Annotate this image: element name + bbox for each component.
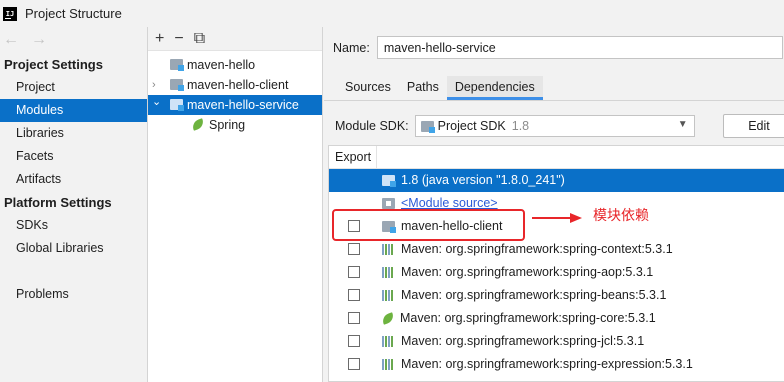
copy-module-icon[interactable]: ⧉ (194, 30, 205, 48)
sidebar-item-project[interactable]: Project (0, 76, 147, 99)
library-icon (382, 267, 395, 278)
export-checkbox[interactable] (348, 266, 360, 278)
dependency-row-spring-core[interactable]: Maven: org.springframework:spring-core:5… (329, 307, 784, 330)
module-folder-icon (170, 59, 184, 71)
module-sdk-dropdown[interactable]: Project SDK 1.8 ▼ (414, 115, 695, 137)
source-folder-icon (382, 198, 395, 209)
dependency-content: Maven: org.springframework:spring-expres… (382, 353, 693, 376)
module-details-panel: Name: Sources Paths Dependencies Module … (324, 27, 784, 382)
dependency-row-spring-expression[interactable]: Maven: org.springframework:spring-expres… (329, 353, 784, 376)
title-bar: IJ Project Structure (0, 0, 784, 27)
library-icon (382, 244, 395, 255)
dependency-row-spring-beans[interactable]: Maven: org.springframework:spring-beans:… (329, 284, 784, 307)
dependency-label: Maven: org.springframework:spring-jcl:5.… (401, 334, 645, 348)
sdk-selected-value: Project SDK (437, 119, 506, 133)
intellij-app-icon: IJ (3, 6, 17, 21)
add-module-icon[interactable]: + (155, 30, 164, 48)
annotation-highlight-box (332, 209, 525, 241)
dependency-row-spring-jcl[interactable]: Maven: org.springframework:spring-jcl:5.… (329, 330, 784, 353)
sidebar-item-modules[interactable]: Modules (0, 99, 147, 122)
window-title: Project Structure (25, 6, 122, 21)
settings-sidebar: ← → Project Settings Project Modules Lib… (0, 27, 148, 382)
tree-item-label: Spring (209, 118, 246, 132)
module-name-input[interactable] (376, 36, 783, 59)
spring-leaf-icon (380, 312, 396, 325)
dependency-label: Maven: org.springframework:spring-expres… (401, 357, 693, 371)
platform-settings-header: Platform Settings (4, 195, 112, 210)
sidebar-item-sdks[interactable]: SDKs (0, 214, 147, 237)
jdk-folder-icon (382, 175, 396, 187)
dependencies-table: Export 1.8 (java version "1.8.0_241") <M… (328, 145, 784, 382)
annotation-label: 模块依赖 (593, 208, 649, 224)
name-label: Name: (333, 40, 370, 55)
module-tree-toolbar: + − ⧉ (148, 27, 322, 51)
dependency-row-jdk[interactable]: 1.8 (java version "1.8.0_241") (329, 169, 784, 192)
sdk-folder-icon (420, 120, 435, 133)
forward-arrow-icon[interactable]: → (31, 31, 47, 49)
tree-item-label: maven-hello-client (187, 78, 289, 92)
tab-paths[interactable]: Paths (399, 76, 447, 100)
dependency-content: 1.8 (java version "1.8.0_241") (382, 169, 565, 192)
tree-item-label: maven-hello-service (187, 98, 299, 112)
sidebar-item-problems[interactable]: Problems (0, 283, 147, 306)
sidebar-item-facets[interactable]: Facets (0, 145, 147, 168)
export-checkbox[interactable] (348, 243, 360, 255)
module-name-row: Name: (333, 36, 783, 59)
edit-sdk-button[interactable]: Edit (723, 114, 784, 138)
tabs-divider (324, 100, 784, 101)
tab-dependencies[interactable]: Dependencies (446, 76, 543, 100)
export-checkbox[interactable] (348, 289, 360, 301)
dependency-row-spring-context[interactable]: Maven: org.springframework:spring-contex… (329, 238, 784, 261)
sidebar-item-libraries[interactable]: Libraries (0, 122, 147, 145)
dependency-content: Maven: org.springframework:spring-aop:5.… (382, 261, 653, 284)
annotation-arrow-icon (532, 213, 582, 223)
back-arrow-icon[interactable]: ← (3, 31, 19, 49)
module-sdk-row: Module SDK: Project SDK 1.8 ▼ (335, 115, 695, 137)
module-folder-icon (170, 99, 184, 111)
export-checkbox[interactable] (348, 312, 360, 324)
dependency-label: 1.8 (java version "1.8.0_241") (401, 173, 565, 187)
history-navigation: ← → (0, 27, 147, 53)
library-icon (382, 290, 395, 301)
tree-item-label: maven-hello (187, 58, 256, 72)
tab-sources[interactable]: Sources (337, 76, 399, 100)
dependency-row-spring-aop[interactable]: Maven: org.springframework:spring-aop:5.… (329, 261, 784, 284)
remove-module-icon[interactable]: − (174, 30, 183, 48)
dependency-label: Maven: org.springframework:spring-core:5… (400, 311, 656, 325)
dependency-content: Maven: org.springframework:spring-beans:… (382, 284, 666, 307)
sdk-version: 1.8 (511, 119, 530, 133)
module-tabs: Sources Paths Dependencies (337, 76, 543, 100)
module-tree-panel: + − ⧉ maven-hello › maven-hello-client ⌄… (148, 27, 323, 382)
tree-item-spring-facet[interactable]: Spring (148, 115, 322, 135)
tree-item-maven-hello[interactable]: maven-hello (148, 55, 322, 75)
dependency-content: Maven: org.springframework:spring-jcl:5.… (382, 330, 644, 353)
module-sdk-label: Module SDK: (335, 119, 409, 133)
export-column-header[interactable]: Export (329, 146, 377, 169)
spring-leaf-icon (190, 118, 206, 131)
chevron-down-icon[interactable]: ⌄ (152, 92, 162, 112)
library-icon (382, 336, 395, 347)
library-icon (382, 359, 395, 370)
sidebar-item-global-libraries[interactable]: Global Libraries (0, 237, 147, 260)
dependency-label: Maven: org.springframework:spring-beans:… (401, 288, 667, 302)
dependency-label: Maven: org.springframework:spring-aop:5.… (401, 265, 654, 279)
dependency-content: Maven: org.springframework:spring-core:5… (380, 307, 656, 330)
sidebar-item-artifacts[interactable]: Artifacts (0, 168, 147, 191)
dependency-content: Maven: org.springframework:spring-contex… (382, 238, 673, 261)
tree-item-maven-hello-client[interactable]: › maven-hello-client (148, 75, 322, 95)
export-checkbox[interactable] (348, 335, 360, 347)
dependencies-table-header: Export (329, 146, 784, 169)
module-folder-icon (170, 79, 184, 91)
project-settings-header: Project Settings (4, 57, 103, 72)
export-checkbox[interactable] (348, 358, 360, 370)
chevron-down-icon: ▼ (677, 119, 688, 130)
tree-item-maven-hello-service[interactable]: ⌄ maven-hello-service (148, 95, 322, 115)
dependency-label: Maven: org.springframework:spring-contex… (401, 242, 673, 256)
